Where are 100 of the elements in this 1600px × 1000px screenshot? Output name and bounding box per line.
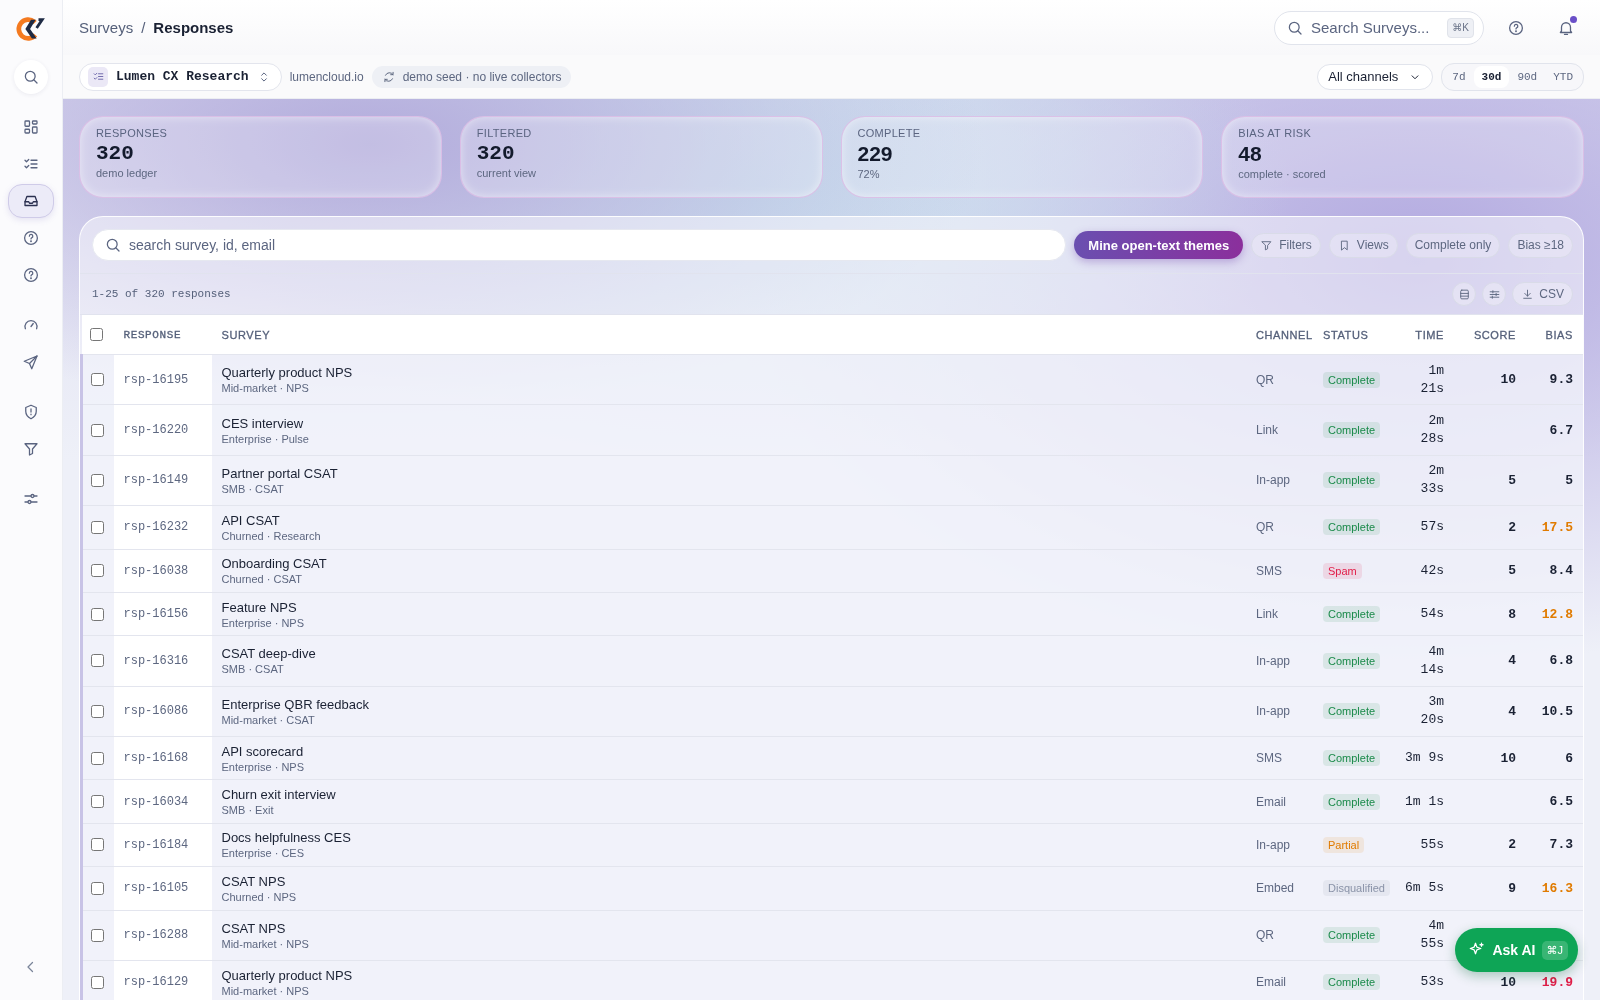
help-icon [22,266,40,284]
mine-themes-button[interactable]: Mine open-text themes [1074,231,1244,259]
response-id: rsp-16232 [113,505,212,549]
channel-label: QR [1246,910,1313,961]
filter-chip[interactable]: Complete only [1405,232,1501,258]
row-checkbox[interactable] [91,975,104,989]
send-icon [22,353,40,371]
filter-chip[interactable]: Bias ≥18 [1508,232,1573,258]
time-value: 6m 5s [1405,879,1444,898]
segment-label: SMB · CSAT [221,482,284,495]
pagination-summary: 1-25 of 320 responses [92,288,231,300]
workspace-selector[interactable]: Lumen CX Research [79,62,282,91]
bias-value: 8.4 [1549,563,1573,579]
time-value: 55s [1420,835,1444,854]
response-id: rsp-16156 [113,592,212,636]
survey-name: Churn exit interview [221,787,337,803]
shield-icon [22,403,40,421]
select-all-checkbox[interactable] [89,328,103,341]
row-checkbox[interactable] [91,751,104,765]
row-checkbox[interactable] [91,423,104,437]
kpi-value: 320 [96,142,135,165]
segment-label: Churned · CSAT [221,573,302,586]
column-header[interactable]: BIAS [1526,315,1583,355]
row-checkbox[interactable] [91,564,104,578]
kpi-value: 229 [857,142,894,166]
channel-label: In-app [1246,635,1313,687]
channel-label: QR [1246,354,1313,405]
dashboard-icon [22,118,40,136]
survey-name: CSAT NPS [221,873,287,889]
row-checkbox[interactable] [91,654,104,668]
channel-label: SMS [1246,736,1313,780]
column-header[interactable]: TIME [1394,315,1454,355]
search-icon [22,68,40,86]
row-checkbox[interactable] [91,373,104,387]
channel-label: In-app [1246,823,1313,867]
time-value: 3m 9s [1405,749,1444,768]
range-tab[interactable]: 90d [1509,65,1546,88]
row-checkbox[interactable] [91,520,104,534]
time-value: 3m 20s [1419,693,1444,730]
row-checkbox[interactable] [91,607,104,621]
column-header[interactable]: SCORE [1454,315,1526,355]
channel-label: In-app [1246,455,1313,506]
survey-name: Onboarding CSAT [221,556,328,572]
response-id: rsp-16038 [113,549,212,593]
search-field[interactable]: search survey, id, email [92,229,1067,261]
column-header[interactable]: STATUS [1313,315,1394,355]
bias-value: 9.3 [1549,372,1573,388]
column-header[interactable]: CHANNEL [1246,315,1313,355]
column-header[interactable]: RESPONSE [113,315,212,355]
filter-icon [1260,238,1274,252]
row-checkbox[interactable] [91,881,104,895]
response-id: rsp-16168 [113,736,212,780]
range-tab[interactable]: 30d [1473,65,1510,88]
channel-label: Link [1246,592,1313,636]
export-csv-button[interactable]: CSV [1512,282,1573,306]
columns-button[interactable] [1482,282,1507,306]
breadcrumb-link[interactable]: Surveys [79,19,134,36]
response-id: rsp-16034 [113,779,212,824]
sidebar-item[interactable] [8,184,54,218]
range-tab[interactable]: YTD [1545,65,1581,88]
segment-label: SMB · Exit [221,804,274,817]
response-id: rsp-16129 [113,960,212,1000]
score-value: 10 [1500,372,1516,388]
segment-label: Churned · Research [221,529,321,542]
help-icon [22,229,40,247]
filter-chip[interactable]: Filters [1251,232,1321,258]
survey-name: Docs helpfulness CES [221,830,352,846]
channel-label: In-app [1246,686,1313,737]
channel-label: SMS [1246,549,1313,593]
density-button[interactable] [1452,282,1477,306]
segment-label: Enterprise · Pulse [221,432,309,445]
column-header[interactable]: SURVEY [211,315,1246,355]
survey-name: API CSAT [221,512,281,528]
segment-label: Mid-market · NPS [221,984,309,997]
survey-name: Feature NPS [221,599,298,615]
time-value: 2m 33s [1419,462,1444,499]
score-value: 4 [1508,703,1516,719]
filter-chip[interactable]: Views [1328,232,1398,258]
segment-label: Enterprise · CES [221,847,305,860]
row-checkbox[interactable] [91,704,104,718]
channel-dropdown[interactable]: All channels [1317,63,1434,90]
kpi-label: COMPLETE [857,127,922,139]
channel-label: Embed [1246,866,1313,910]
channel-label: QR [1246,505,1313,549]
search-icon [104,236,122,254]
row-checkbox[interactable] [91,838,104,852]
sync-icon [381,69,396,84]
response-id: rsp-16195 [113,354,212,405]
row-checkbox[interactable] [91,473,104,487]
range-tab[interactable]: 7d [1444,65,1474,88]
survey-name: Quarterly product NPS [221,365,354,381]
bias-value: 10.5 [1541,703,1573,719]
segment-label: Churned · NPS [221,890,297,903]
response-id: rsp-16184 [113,823,212,867]
workspace-domain: lumencloud.io [289,69,364,84]
response-id: rsp-16105 [113,866,212,910]
channel-label: Email [1246,779,1313,824]
row-checkbox[interactable] [91,928,104,942]
survey-name: CSAT deep-dive [221,646,317,662]
row-checkbox[interactable] [91,795,104,809]
